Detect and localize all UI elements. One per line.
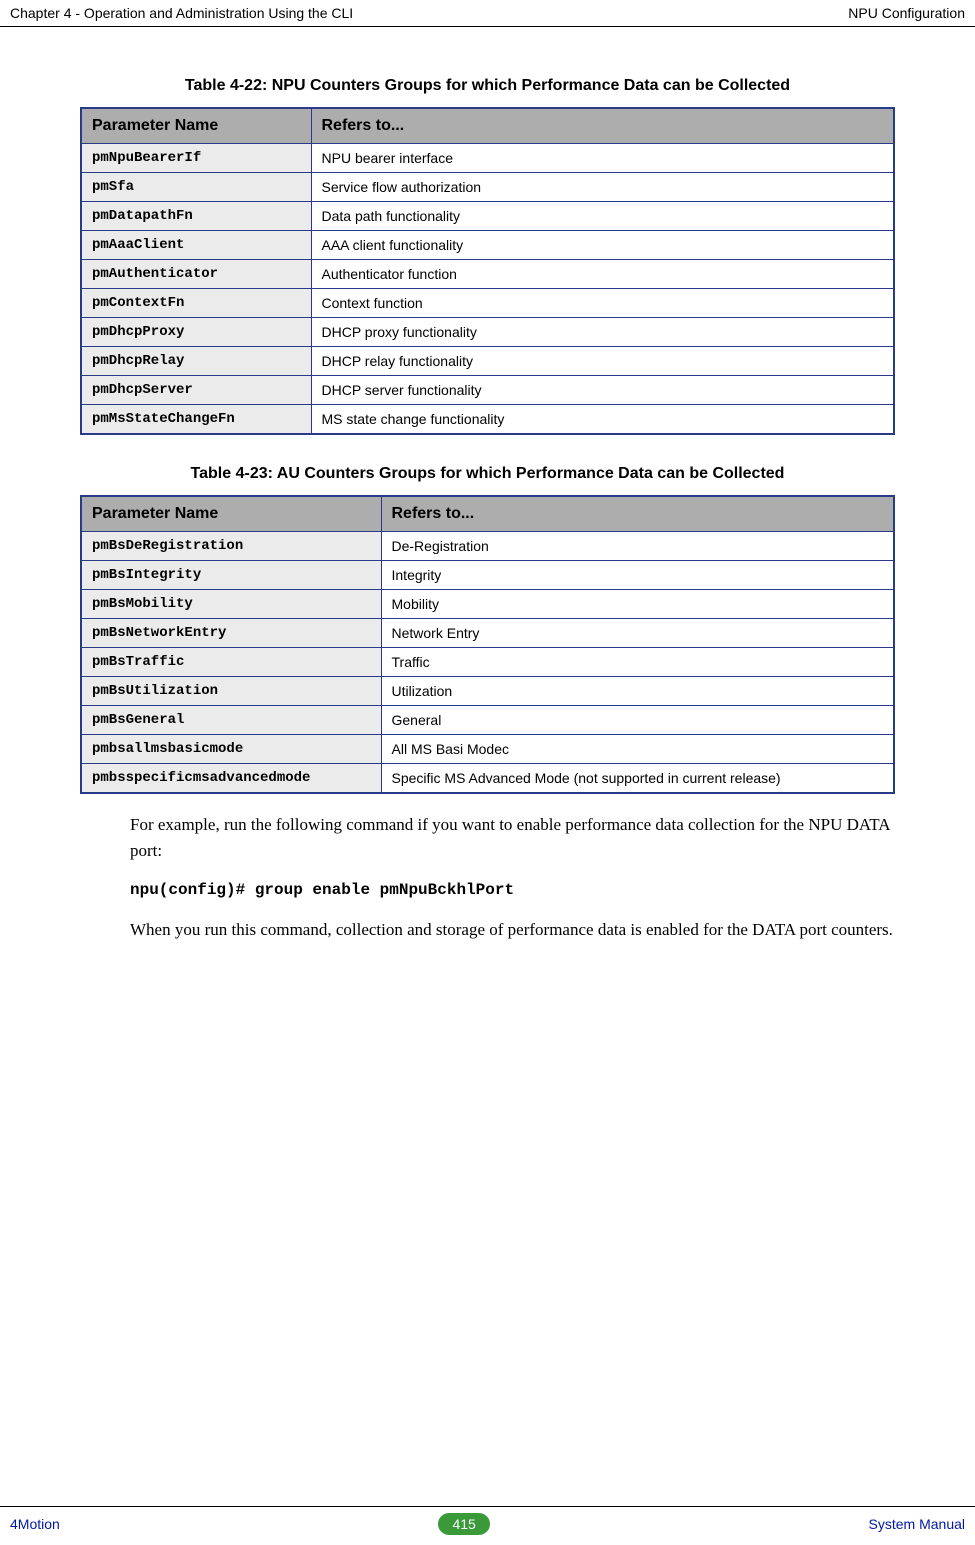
- table-header-row: Parameter Name Refers to...: [81, 108, 894, 144]
- desc-cell: DHCP proxy functionality: [311, 318, 894, 347]
- page-footer: 4Motion 415 System Manual: [0, 1506, 975, 1545]
- table-row: pmDatapathFnData path functionality: [81, 202, 894, 231]
- param-cell: pmDatapathFn: [81, 202, 311, 231]
- param-cell: pmContextFn: [81, 289, 311, 318]
- desc-cell: Utilization: [381, 677, 894, 706]
- page-content: Table 4-22: NPU Counters Groups for whic…: [0, 27, 975, 943]
- table-row: pmBsIntegrityIntegrity: [81, 561, 894, 590]
- desc-cell: Integrity: [381, 561, 894, 590]
- table-row: pmAuthenticatorAuthenticator function: [81, 260, 894, 289]
- table-23: Parameter Name Refers to... pmBsDeRegist…: [80, 495, 895, 794]
- table-row: pmbsspecificmsadvancedmodeSpecific MS Ad…: [81, 764, 894, 794]
- footer-right: System Manual: [869, 1516, 965, 1532]
- param-cell: pmBsDeRegistration: [81, 532, 381, 561]
- table-22: Parameter Name Refers to... pmNpuBearerI…: [80, 107, 895, 435]
- col-parameter-name: Parameter Name: [81, 108, 311, 144]
- table-row: pmBsTrafficTraffic: [81, 648, 894, 677]
- desc-cell: NPU bearer interface: [311, 144, 894, 173]
- param-cell: pmDhcpRelay: [81, 347, 311, 376]
- table-row: pmNpuBearerIfNPU bearer interface: [81, 144, 894, 173]
- param-cell: pmSfa: [81, 173, 311, 202]
- col-refers-to: Refers to...: [311, 108, 894, 144]
- table-row: pmDhcpRelayDHCP relay functionality: [81, 347, 894, 376]
- desc-cell: De-Registration: [381, 532, 894, 561]
- table-row: pmBsDeRegistrationDe-Registration: [81, 532, 894, 561]
- desc-cell: Data path functionality: [311, 202, 894, 231]
- desc-cell: Mobility: [381, 590, 894, 619]
- param-cell: pmDhcpProxy: [81, 318, 311, 347]
- table-22-caption: Table 4-22: NPU Counters Groups for whic…: [80, 77, 895, 95]
- desc-cell: DHCP relay functionality: [311, 347, 894, 376]
- table-row: pmMsStateChangeFnMS state change functio…: [81, 405, 894, 435]
- table-row: pmAaaClientAAA client functionality: [81, 231, 894, 260]
- param-cell: pmBsUtilization: [81, 677, 381, 706]
- col-refers-to: Refers to...: [381, 496, 894, 532]
- table-header-row: Parameter Name Refers to...: [81, 496, 894, 532]
- col-parameter-name: Parameter Name: [81, 496, 381, 532]
- table-23-caption: Table 4-23: AU Counters Groups for which…: [80, 465, 895, 483]
- header-right: NPU Configuration: [848, 5, 965, 21]
- desc-cell: Traffic: [381, 648, 894, 677]
- param-cell: pmDhcpServer: [81, 376, 311, 405]
- desc-cell: Network Entry: [381, 619, 894, 648]
- table-row: pmbsallmsbasicmodeAll MS Basi Modec: [81, 735, 894, 764]
- desc-cell: All MS Basi Modec: [381, 735, 894, 764]
- param-cell: pmMsStateChangeFn: [81, 405, 311, 435]
- param-cell: pmBsTraffic: [81, 648, 381, 677]
- table-row: pmSfaService flow authorization: [81, 173, 894, 202]
- param-cell: pmBsNetworkEntry: [81, 619, 381, 648]
- desc-cell: AAA client functionality: [311, 231, 894, 260]
- param-cell: pmAaaClient: [81, 231, 311, 260]
- table-row: pmContextFnContext function: [81, 289, 894, 318]
- page-header: Chapter 4 - Operation and Administration…: [0, 0, 975, 27]
- table-row: pmBsGeneralGeneral: [81, 706, 894, 735]
- desc-cell: Service flow authorization: [311, 173, 894, 202]
- table-row: pmDhcpServerDHCP server functionality: [81, 376, 894, 405]
- param-cell: pmNpuBearerIf: [81, 144, 311, 173]
- param-cell: pmAuthenticator: [81, 260, 311, 289]
- command-example: npu(config)# group enable pmNpuBckhlPort: [130, 881, 895, 899]
- header-left: Chapter 4 - Operation and Administration…: [10, 5, 353, 21]
- param-cell: pmbsspecificmsadvancedmode: [81, 764, 381, 794]
- paragraph-2: When you run this command, collection an…: [130, 917, 895, 943]
- desc-cell: General: [381, 706, 894, 735]
- footer-left: 4Motion: [10, 1516, 60, 1532]
- param-cell: pmBsMobility: [81, 590, 381, 619]
- desc-cell: Authenticator function: [311, 260, 894, 289]
- desc-cell: DHCP server functionality: [311, 376, 894, 405]
- param-cell: pmBsIntegrity: [81, 561, 381, 590]
- desc-cell: MS state change functionality: [311, 405, 894, 435]
- table-row: pmDhcpProxyDHCP proxy functionality: [81, 318, 894, 347]
- param-cell: pmBsGeneral: [81, 706, 381, 735]
- desc-cell: Specific MS Advanced Mode (not supported…: [381, 764, 894, 794]
- table-row: pmBsMobilityMobility: [81, 590, 894, 619]
- paragraph-1: For example, run the following command i…: [130, 812, 895, 863]
- table-row: pmBsUtilizationUtilization: [81, 677, 894, 706]
- param-cell: pmbsallmsbasicmode: [81, 735, 381, 764]
- table-row: pmBsNetworkEntryNetwork Entry: [81, 619, 894, 648]
- desc-cell: Context function: [311, 289, 894, 318]
- page-number-badge: 415: [438, 1513, 489, 1535]
